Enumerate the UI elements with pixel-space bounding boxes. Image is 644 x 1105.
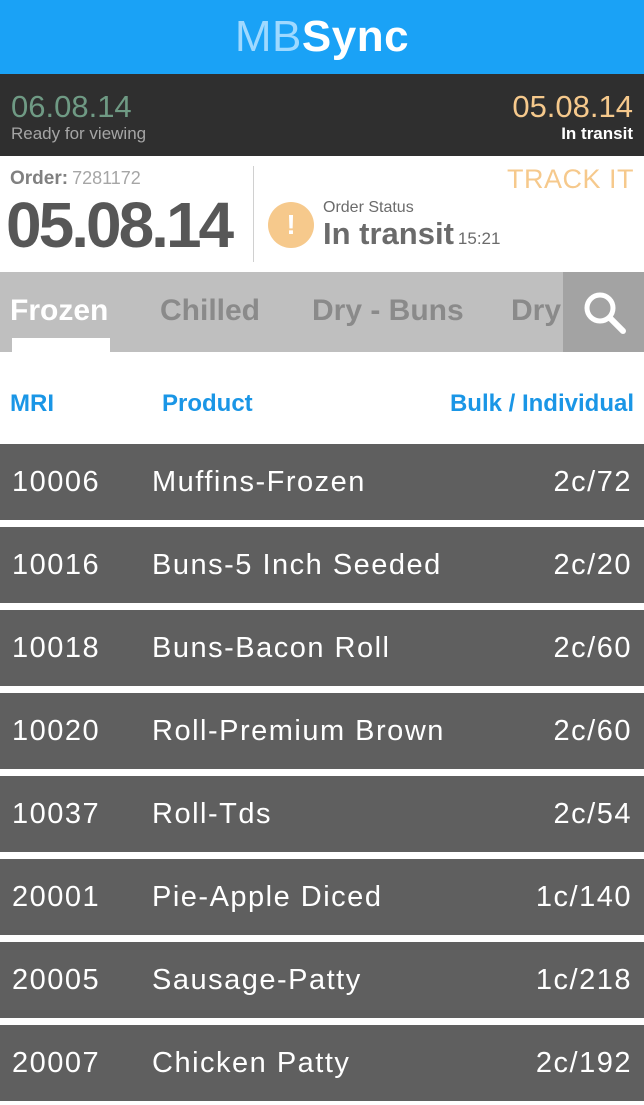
app-logo: MBSync	[235, 15, 409, 59]
current-delivery-date: 05.08.14	[512, 89, 633, 124]
column-header-product[interactable]: Product	[162, 390, 253, 418]
product-row[interactable]: 10020 Roll-Premium Brown 2c/60	[0, 693, 644, 769]
product-quantity: 2c/192	[535, 1047, 632, 1079]
column-header-bulk-individual[interactable]: Bulk / Individual	[450, 390, 634, 418]
tab-chilled[interactable]: Chilled	[160, 294, 260, 328]
product-name: Pie-Apple Diced	[152, 881, 383, 913]
order-label-text: Order:	[10, 168, 69, 189]
track-it-button[interactable]: TRACK IT	[507, 164, 634, 195]
vertical-divider	[253, 166, 254, 262]
active-tab-indicator	[12, 338, 110, 352]
product-mri: 20005	[12, 964, 101, 996]
product-quantity: 2c/20	[553, 549, 632, 581]
next-delivery-date: 06.08.14	[11, 89, 132, 124]
order-label: Order: 7281172	[10, 168, 141, 190]
tab-dry-buns[interactable]: Dry - Buns	[312, 294, 464, 328]
current-delivery-summary[interactable]: 05.08.14 In transit	[512, 90, 633, 144]
product-name: Roll-Premium Brown	[152, 715, 445, 747]
next-delivery-summary[interactable]: 06.08.14 Ready for viewing	[11, 90, 146, 144]
search-icon	[584, 292, 626, 334]
order-details-panel: Order: 7281172 05.08.14 TRACK IT ! Order …	[0, 156, 644, 272]
product-name: Buns-Bacon Roll	[152, 632, 391, 664]
logo-suffix: Sync	[301, 12, 410, 61]
current-delivery-status: In transit	[561, 124, 633, 143]
alert-icon: !	[268, 202, 314, 248]
order-status-time: 15:21	[457, 229, 501, 248]
order-status-label: Order Status	[323, 199, 414, 216]
product-row[interactable]: 10006 Muffins-Frozen 2c/72	[0, 444, 644, 520]
product-row[interactable]: 20007 Chicken Patty 2c/192	[0, 1025, 644, 1101]
product-mri: 10006	[12, 466, 101, 498]
tab-frozen[interactable]: Frozen	[10, 294, 108, 328]
product-row[interactable]: 10037 Roll-Tds 2c/54	[0, 776, 644, 852]
column-header-mri[interactable]: MRI	[10, 390, 54, 418]
product-row[interactable]: 10016 Buns-5 Inch Seeded 2c/20	[0, 527, 644, 603]
product-mri: 10016	[12, 549, 101, 581]
product-mri: 10037	[12, 798, 101, 830]
product-quantity: 2c/60	[553, 632, 632, 664]
product-quantity: 2c/72	[553, 466, 632, 498]
product-mri: 10020	[12, 715, 101, 747]
order-date: 05.08.14	[6, 189, 234, 261]
product-mri: 20007	[12, 1047, 101, 1079]
product-row[interactable]: 10018 Buns-Bacon Roll 2c/60	[0, 610, 644, 686]
next-delivery-status: Ready for viewing	[11, 124, 147, 143]
product-name: Muffins-Frozen	[152, 466, 366, 498]
product-mri: 20001	[12, 881, 101, 913]
product-name: Sausage-Patty	[152, 964, 362, 996]
product-row[interactable]: 20005 Sausage-Patty 1c/218	[0, 942, 644, 1018]
product-row[interactable]: 20001 Pie-Apple Diced 1c/140	[0, 859, 644, 935]
tab-dry[interactable]: Dry	[511, 294, 561, 328]
delivery-summary-bar: 06.08.14 Ready for viewing 05.08.14 In t…	[0, 74, 644, 156]
product-name: Chicken Patty	[152, 1047, 351, 1079]
app-header: MBSync	[0, 0, 644, 74]
order-number: 7281172	[72, 168, 141, 188]
order-status-value: In transit 15:21	[323, 216, 500, 252]
product-mri: 10018	[12, 632, 101, 664]
product-quantity: 2c/54	[553, 798, 632, 830]
search-button[interactable]	[563, 272, 644, 352]
product-name: Buns-5 Inch Seeded	[152, 549, 442, 581]
product-quantity: 2c/60	[553, 715, 632, 747]
product-quantity: 1c/140	[535, 881, 632, 913]
product-quantity: 1c/218	[535, 964, 632, 996]
product-name: Roll-Tds	[152, 798, 272, 830]
logo-prefix: MB	[234, 12, 302, 61]
category-tabs: Frozen Chilled Dry - Buns Dry	[0, 272, 644, 352]
column-headers: MRI Product Bulk / Individual	[0, 352, 644, 444]
order-status-text: In transit	[323, 216, 454, 251]
